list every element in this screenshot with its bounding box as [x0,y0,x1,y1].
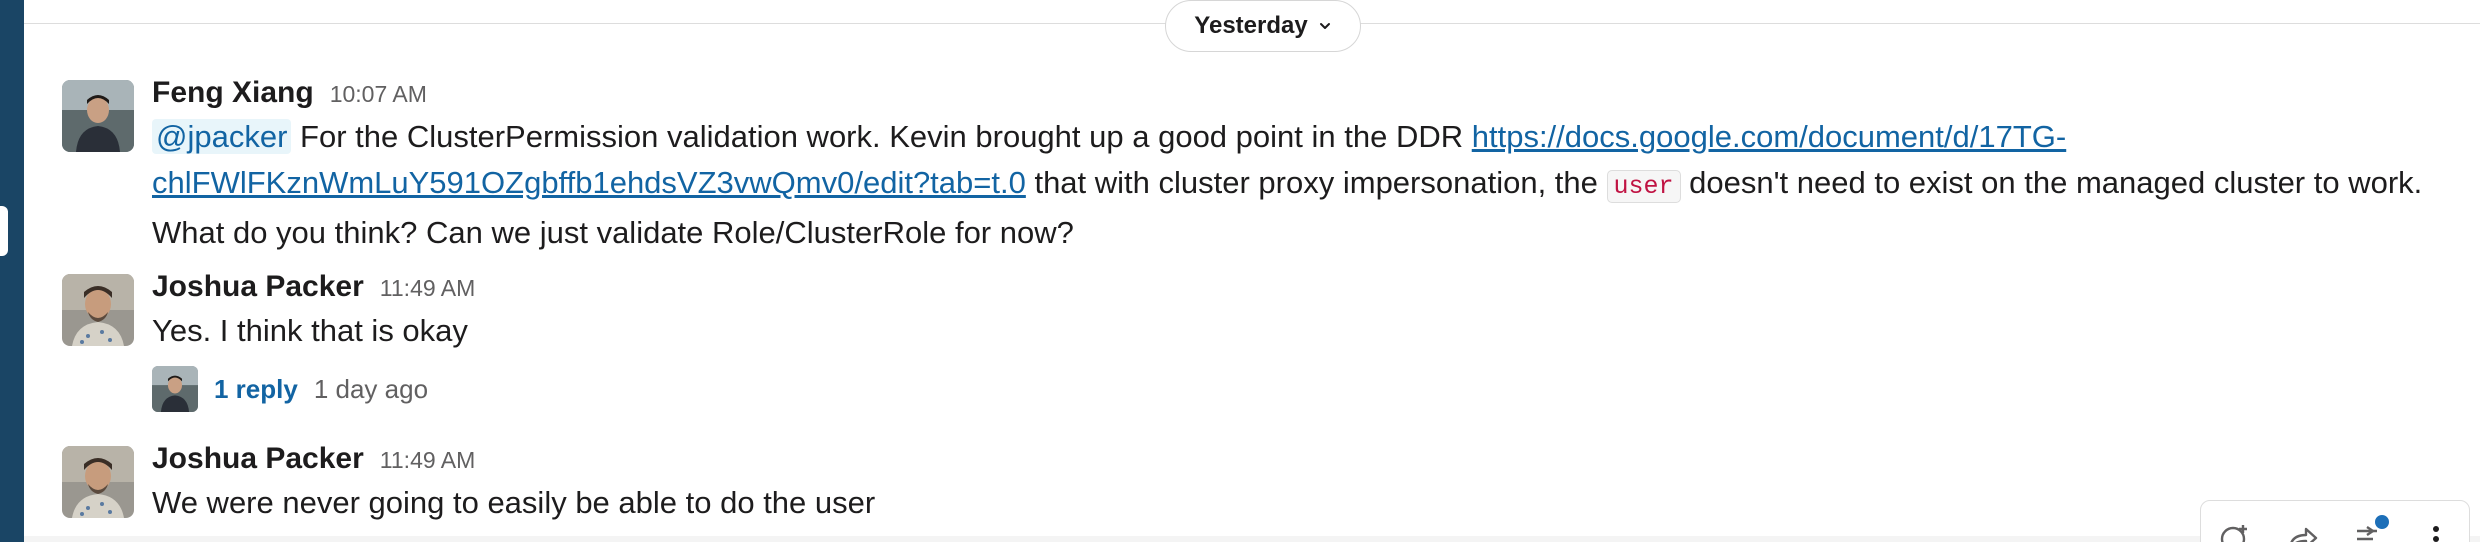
last-reply-time: 1 day ago [313,373,429,404]
date-divider-label: Yesterday [1194,12,1308,39]
add-reaction-icon[interactable] [2217,523,2253,542]
thread-replies-bar[interactable]: 1 reply 1 day ago [152,364,428,414]
author-name[interactable]: Feng Xiang [152,76,314,110]
message-text: Yes. I think that is okay [152,313,468,348]
message-timestamp[interactable]: 11:49 AM [380,447,475,474]
message-actions-toolbar [2200,500,2470,542]
author-name[interactable]: Joshua Packer [152,270,364,304]
author-name[interactable]: Joshua Packer [152,442,364,476]
avatar[interactable] [62,446,134,518]
avatar[interactable] [62,80,134,152]
message-timestamp[interactable]: 11:49 AM [380,275,475,302]
message-text-segment: that with cluster proxy impersonation, t… [1025,165,1607,200]
reply-thread-icon[interactable] [2351,513,2391,542]
user-mention[interactable]: @jpacker [152,119,292,154]
message-pane: Yesterday Feng Xiang 10:07 AM @jpacker F… [0,0,2480,542]
message-timestamp[interactable]: 10:07 AM [330,81,427,108]
forward-icon[interactable] [2284,523,2320,542]
reply-count-link[interactable]: 1 reply [214,374,298,405]
date-divider-button[interactable]: Yesterday [1165,0,1361,52]
active-indicator [0,206,8,256]
more-actions-icon[interactable] [2418,523,2454,542]
workspace-sidebar-edge [0,0,24,542]
chevron-down-icon [1318,19,1332,33]
message-text-segment: For the ClusterPermission validation wor… [291,119,1472,154]
notification-dot [2372,513,2391,531]
avatar[interactable] [62,274,134,346]
inline-code: user [1606,170,1681,203]
message-text: We were never going to easily be able to… [152,485,876,520]
message-text: @jpacker For the ClusterPermission valid… [152,114,2440,256]
composer-edge [24,536,2480,542]
avatar [152,366,198,412]
